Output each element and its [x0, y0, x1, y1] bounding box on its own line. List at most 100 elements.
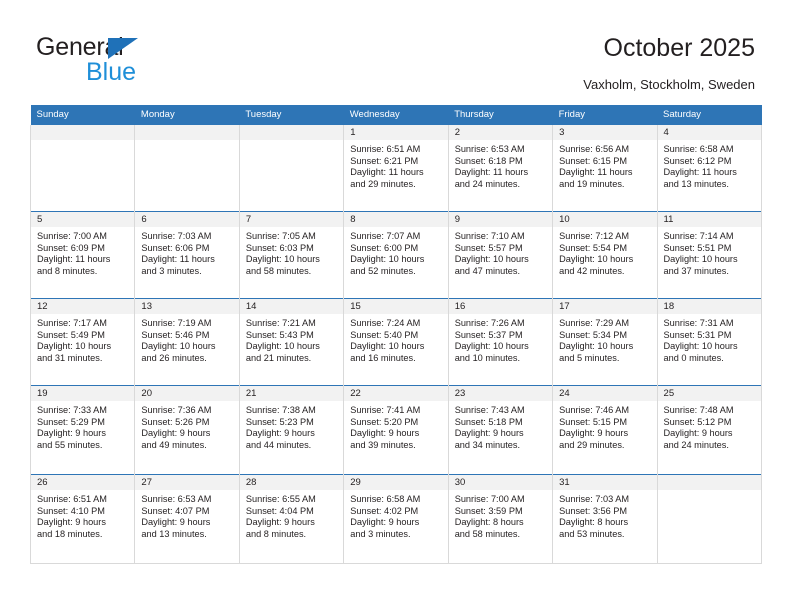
day-number: 21 — [239, 386, 344, 401]
sunrise-time: Sunrise: 6:51 AM — [350, 144, 421, 154]
day-sun-info: Sunrise: 7:05 AM Sunset: 6:03 PM Daylight:… — [240, 227, 343, 277]
day-sun-info: Sunrise: 6:53 AM Sunset: 6:18 PM Daylight:… — [449, 140, 552, 190]
calendar-day-cell[interactable]: 13 Sunrise: 7:19 AM Sunset: 5:46 PM Dayligh… — [134, 298, 240, 386]
day-cell-inner: 17 Sunrise: 7:29 AM Sunset: 5:34 PM Dayligh… — [553, 299, 657, 385]
day-sun-info: Sunrise: 7:19 AM Sunset: 5:46 PM Daylight:… — [135, 314, 238, 364]
daylight-duration-line1: Daylight: 10 hours — [663, 254, 738, 265]
sunrise-time: Sunrise: 7:00 AM — [37, 231, 107, 241]
daylight-duration-line2: and 8 minutes. — [37, 265, 98, 276]
sunrise-time: Sunrise: 7:24 AM — [350, 318, 421, 328]
day-cell-inner: 15 Sunrise: 7:24 AM Sunset: 5:40 PM Dayligh… — [344, 299, 448, 385]
day-number: 28 — [239, 475, 344, 490]
daylight-duration-line1: Daylight: 9 hours — [141, 428, 211, 439]
calendar-day-cell[interactable]: 8 Sunrise: 7:07 AM Sunset: 6:00 PM Daylight… — [343, 211, 449, 299]
sunset-time: Sunset: 5:34 PM — [559, 329, 628, 340]
day-cell-inner: 16 Sunrise: 7:26 AM Sunset: 5:37 PM Dayligh… — [448, 299, 553, 385]
day-cell-inner: 11 Sunrise: 7:14 AM Sunset: 5:51 PM Dayligh… — [657, 212, 761, 298]
day-number: 11 — [657, 212, 761, 227]
calendar-day-cell[interactable]: 18 Sunrise: 7:31 AM Sunset: 5:31 PM Dayligh… — [656, 298, 763, 386]
day-cell-inner: 2 Sunrise: 6:53 AM Sunset: 6:18 PM Daylight… — [448, 125, 553, 211]
calendar-day-cell[interactable]: 12 Sunrise: 7:17 AM Sunset: 5:49 PM Dayligh… — [29, 298, 136, 386]
sunrise-time: Sunrise: 7:05 AM — [245, 231, 316, 241]
daylight-duration-line2: and 13 minutes. — [663, 178, 729, 189]
calendar-day-cell[interactable]: 29 Sunrise: 6:58 AM Sunset: 4:02 PM Dayligh… — [343, 474, 449, 564]
day-number — [657, 475, 761, 490]
calendar-day-cell[interactable]: 28 Sunrise: 6:55 AM Sunset: 4:04 PM Dayligh… — [238, 474, 345, 564]
weekday-header-row: Sunday Monday Tuesday Wednesday Thursday… — [30, 105, 762, 125]
calendar-day-cell[interactable]: 31 Sunrise: 7:03 AM Sunset: 3:56 PM Dayligh… — [552, 474, 658, 564]
day-sun-info: Sunrise: 7:38 AM Sunset: 5:23 PM Daylight:… — [240, 401, 343, 451]
sunset-time: Sunset: 5:46 PM — [141, 329, 210, 340]
sunrise-time: Sunrise: 7:00 AM — [454, 494, 525, 504]
calendar-cell-empty — [656, 474, 763, 564]
weekday-header-friday: Friday — [552, 105, 658, 125]
day-sun-info: Sunrise: 7:43 AM Sunset: 5:18 PM Daylight:… — [449, 401, 552, 451]
sunset-time: Sunset: 5:43 PM — [245, 329, 314, 340]
day-sun-info: Sunrise: 7:07 AM Sunset: 6:00 PM Daylight:… — [344, 227, 447, 277]
calendar-day-cell[interactable]: 22 Sunrise: 7:41 AM Sunset: 5:20 PM Dayligh… — [343, 385, 449, 475]
daylight-duration-line1: Daylight: 10 hours — [454, 341, 529, 352]
calendar-day-cell[interactable]: 7 Sunrise: 7:05 AM Sunset: 6:03 PM Daylight… — [238, 211, 345, 299]
sunset-time: Sunset: 6:03 PM — [245, 242, 314, 253]
day-sun-info: Sunrise: 6:58 AM Sunset: 4:02 PM Daylight:… — [344, 490, 447, 540]
sunset-time: Sunset: 5:23 PM — [245, 416, 314, 427]
sunrise-time: Sunrise: 7:48 AM — [663, 405, 734, 415]
daylight-duration-line1: Daylight: 9 hours — [559, 428, 629, 439]
weekday-header-wednesday: Wednesday — [343, 105, 449, 125]
calendar-day-cell[interactable]: 14 Sunrise: 7:21 AM Sunset: 5:43 PM Dayligh… — [238, 298, 345, 386]
daylight-duration-line1: Daylight: 9 hours — [350, 517, 420, 528]
day-cell-inner: 20 Sunrise: 7:36 AM Sunset: 5:26 PM Dayligh… — [135, 386, 239, 474]
calendar-day-cell[interactable]: 9 Sunrise: 7:10 AM Sunset: 5:57 PM Daylight… — [447, 211, 554, 299]
calendar-day-cell[interactable]: 24 Sunrise: 7:46 AM Sunset: 5:15 PM Dayligh… — [552, 385, 658, 475]
daylight-duration-line2: and 0 minutes. — [663, 352, 724, 363]
daylight-duration-line2: and 24 minutes. — [454, 178, 521, 189]
day-sun-info: Sunrise: 7:00 AM Sunset: 3:59 PM Daylight:… — [449, 490, 552, 540]
calendar-day-cell[interactable]: 26 Sunrise: 6:51 AM Sunset: 4:10 PM Dayligh… — [29, 474, 136, 564]
daylight-duration-line1: Daylight: 9 hours — [245, 428, 315, 439]
calendar-day-cell[interactable]: 27 Sunrise: 6:53 AM Sunset: 4:07 PM Dayligh… — [134, 474, 240, 564]
day-sun-info: Sunrise: 7:14 AM Sunset: 5:51 PM Daylight:… — [658, 227, 761, 277]
calendar-day-cell[interactable]: 19 Sunrise: 7:33 AM Sunset: 5:29 PM Dayligh… — [29, 385, 136, 475]
calendar-day-cell[interactable]: 30 Sunrise: 7:00 AM Sunset: 3:59 PM Dayligh… — [447, 474, 554, 564]
calendar-day-cell[interactable]: 4 Sunrise: 6:58 AM Sunset: 6:12 PM Daylight… — [656, 125, 763, 212]
general-blue-logo[interactable]: General Blue — [36, 33, 246, 89]
sunrise-time: Sunrise: 7:46 AM — [559, 405, 630, 415]
day-number: 16 — [448, 299, 553, 314]
calendar-day-cell[interactable]: 5 Sunrise: 7:00 AM Sunset: 6:09 PM Daylight… — [29, 211, 136, 299]
day-number: 4 — [657, 125, 761, 140]
sunrise-time: Sunrise: 6:51 AM — [37, 494, 107, 504]
day-number: 15 — [344, 299, 448, 314]
day-cell-inner: 12 Sunrise: 7:17 AM Sunset: 5:49 PM Dayligh… — [31, 299, 135, 385]
daylight-duration-line2: and 3 minutes. — [141, 265, 202, 276]
calendar-day-cell[interactable]: 16 Sunrise: 7:26 AM Sunset: 5:37 PM Dayligh… — [447, 298, 554, 386]
sunset-time: Sunset: 5:20 PM — [350, 416, 419, 427]
day-sun-info: Sunrise: 7:17 AM Sunset: 5:49 PM Daylight:… — [31, 314, 134, 364]
calendar-day-cell[interactable]: 21 Sunrise: 7:38 AM Sunset: 5:23 PM Dayligh… — [238, 385, 345, 475]
calendar-week-row: 5 Sunrise: 7:00 AM Sunset: 6:09 PM Daylight… — [29, 211, 763, 299]
day-number: 3 — [553, 125, 657, 140]
calendar-day-cell[interactable]: 1 Sunrise: 6:51 AM Sunset: 6:21 PM Daylight… — [343, 125, 449, 212]
day-cell-inner: 9 Sunrise: 7:10 AM Sunset: 5:57 PM Daylight… — [448, 212, 553, 298]
day-number: 22 — [344, 386, 448, 401]
sunrise-time: Sunrise: 6:56 AM — [559, 144, 630, 154]
day-number: 17 — [553, 299, 657, 314]
day-cell-inner: 25 Sunrise: 7:48 AM Sunset: 5:12 PM Dayligh… — [657, 386, 761, 474]
calendar-day-cell[interactable]: 2 Sunrise: 6:53 AM Sunset: 6:18 PM Daylight… — [447, 125, 554, 212]
calendar-day-cell[interactable]: 10 Sunrise: 7:12 AM Sunset: 5:54 PM Dayligh… — [552, 211, 658, 299]
daylight-duration-line1: Daylight: 11 hours — [663, 167, 737, 178]
day-sun-info: Sunrise: 7:03 AM Sunset: 3:56 PM Daylight:… — [553, 490, 656, 540]
calendar-day-cell[interactable]: 15 Sunrise: 7:24 AM Sunset: 5:40 PM Dayligh… — [343, 298, 449, 386]
day-sun-info: Sunrise: 7:36 AM Sunset: 5:26 PM Daylight:… — [135, 401, 238, 451]
calendar-day-cell[interactable]: 11 Sunrise: 7:14 AM Sunset: 5:51 PM Dayligh… — [656, 211, 763, 299]
day-cell-inner — [31, 125, 135, 211]
calendar-day-cell[interactable]: 6 Sunrise: 7:03 AM Sunset: 6:06 PM Daylight… — [134, 211, 240, 299]
day-cell-inner: 8 Sunrise: 7:07 AM Sunset: 6:00 PM Daylight… — [344, 212, 448, 298]
calendar-day-cell[interactable]: 25 Sunrise: 7:48 AM Sunset: 5:12 PM Dayligh… — [656, 385, 763, 475]
sunset-time: Sunset: 6:21 PM — [350, 155, 419, 166]
calendar-day-cell[interactable]: 20 Sunrise: 7:36 AM Sunset: 5:26 PM Dayligh… — [134, 385, 240, 475]
calendar-day-cell[interactable]: 17 Sunrise: 7:29 AM Sunset: 5:34 PM Dayligh… — [552, 298, 658, 386]
calendar-day-cell[interactable]: 23 Sunrise: 7:43 AM Sunset: 5:18 PM Dayligh… — [447, 385, 554, 475]
day-cell-inner: 30 Sunrise: 7:00 AM Sunset: 3:59 PM Dayligh… — [448, 475, 553, 563]
day-cell-inner: 3 Sunrise: 6:56 AM Sunset: 6:15 PM Daylight… — [553, 125, 657, 211]
calendar-day-cell[interactable]: 3 Sunrise: 6:56 AM Sunset: 6:15 PM Daylight… — [552, 125, 658, 212]
